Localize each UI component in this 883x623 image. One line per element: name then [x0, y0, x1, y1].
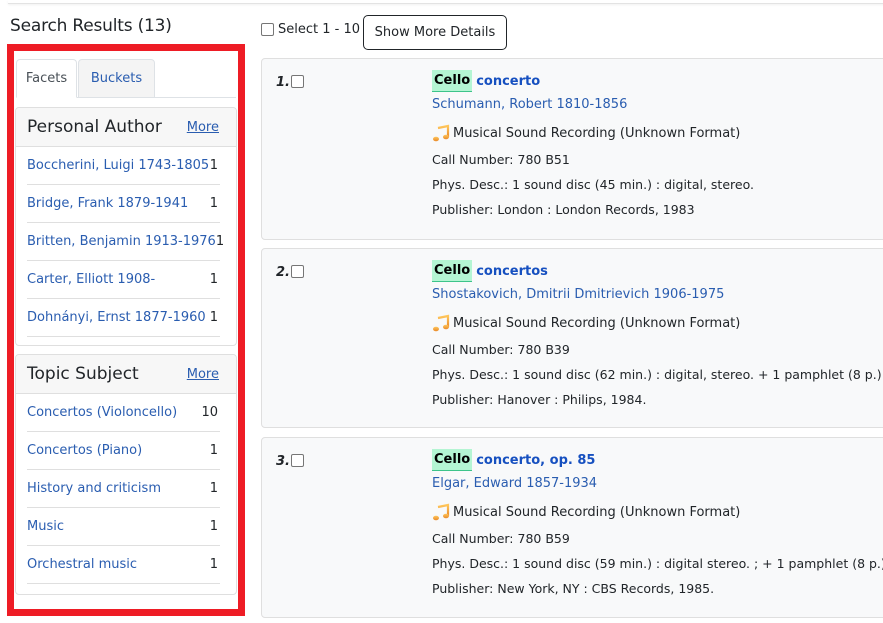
- result-title[interactable]: Cello concertos: [432, 260, 882, 282]
- facet-item[interactable]: History and criticism 1: [27, 470, 220, 508]
- result-card: 3. Cello concerto, op. 85 Elgar, Edward …: [261, 437, 883, 618]
- result-number: 3.: [276, 454, 290, 469]
- search-results-title: Search Results (13): [10, 16, 172, 36]
- facet-item[interactable]: Bridge, Frank 1879-1941 1: [27, 185, 220, 223]
- call-number: Call Number: 780 B59: [432, 531, 570, 546]
- facet-item-count: 1: [209, 481, 218, 496]
- facet-topic-subject: Topic Subject More Concertos (Violoncell…: [15, 354, 237, 595]
- facet-item-label[interactable]: Britten, Benjamin 1913-1976: [27, 234, 216, 249]
- facet-item[interactable]: Boccherini, Luigi 1743-1805 1: [27, 147, 220, 185]
- result-body: Cello concerto Schumann, Robert 1810-185…: [432, 70, 754, 217]
- format-label: Musical Sound Recording (Unknown Format): [453, 504, 741, 520]
- facet-item-label[interactable]: History and criticism: [27, 481, 161, 496]
- facet-title: Personal Author: [27, 117, 162, 137]
- facet-item-count: 1: [209, 158, 218, 173]
- physical-description: Phys. Desc.: 1 sound disc (62 min.) : di…: [432, 367, 882, 382]
- facet-item-count: 1: [209, 196, 218, 211]
- facet-item-label[interactable]: Bridge, Frank 1879-1941: [27, 196, 188, 211]
- result-number: 2.: [276, 265, 290, 280]
- author-link[interactable]: Elgar, Edward 1857-1934: [432, 476, 883, 494]
- facet-header: Topic Subject More: [16, 355, 236, 394]
- author-link[interactable]: Schumann, Robert 1810-1856: [432, 97, 754, 115]
- tab-buckets[interactable]: Buckets: [78, 59, 155, 98]
- facet-item[interactable]: Britten, Benjamin 1913-1976 1: [27, 223, 224, 261]
- result-number: 1.: [276, 75, 290, 90]
- music-note-icon: [433, 314, 450, 332]
- sidebar-tabs: Facets Buckets: [16, 59, 236, 98]
- facet-item-count: 1: [209, 519, 218, 534]
- result-card: 2. Cello concertos Shostakovich, Dmitrii…: [261, 248, 883, 428]
- facet-item[interactable]: Concertos (Violoncello) 10: [27, 394, 220, 432]
- result-title[interactable]: Cello concerto: [432, 70, 754, 92]
- result-body: Cello concerto, op. 85 Elgar, Edward 185…: [432, 449, 883, 596]
- show-more-details-button[interactable]: Show More Details: [363, 15, 507, 50]
- tab-facets[interactable]: Facets: [16, 59, 77, 98]
- title-highlight[interactable]: Cello: [432, 260, 473, 282]
- facet-personal-author: Personal Author More Boccherini, Luigi 1…: [15, 107, 237, 346]
- title-link[interactable]: concerto: [476, 74, 540, 89]
- music-note-icon: [433, 503, 450, 521]
- facet-more-link[interactable]: More: [187, 367, 219, 382]
- title-link[interactable]: concertos: [476, 264, 548, 279]
- author-link[interactable]: Shostakovich, Dmitrii Dmitrievich 1906-1…: [432, 287, 882, 305]
- facet-item-label[interactable]: Carter, Elliott 1908-: [27, 272, 155, 287]
- select-range-label: Select 1 - 10: [278, 22, 361, 37]
- facet-sidebar: Facets Buckets Personal Author More Bocc…: [14, 51, 238, 609]
- call-number: Call Number: 780 B51: [432, 152, 570, 167]
- facet-item-label[interactable]: Concertos (Violoncello): [27, 405, 177, 420]
- facet-item-count: 1: [209, 272, 218, 287]
- format-line: Musical Sound Recording (Unknown Format): [432, 124, 754, 142]
- publisher: Publisher: Hanover : Philips, 1984.: [432, 392, 647, 407]
- facet-more-link[interactable]: More: [187, 120, 219, 135]
- result-card: 1. Cello concerto Schumann, Robert 1810-…: [261, 58, 883, 240]
- facet-header: Personal Author More: [16, 108, 236, 147]
- facet-item-count: 1: [215, 234, 225, 249]
- facet-item[interactable]: Orchestral music 1: [27, 546, 220, 584]
- facet-item-count: 1: [209, 443, 218, 458]
- facet-list: Concertos (Violoncello) 10 Concertos (Pi…: [16, 394, 236, 584]
- select-range-checkbox[interactable]: [261, 23, 274, 36]
- top-navbar-edge: [8, 0, 883, 4]
- result-body: Cello concertos Shostakovich, Dmitrii Dm…: [432, 260, 882, 407]
- facet-list: Boccherini, Luigi 1743-1805 1 Bridge, Fr…: [16, 147, 236, 337]
- format-line: Musical Sound Recording (Unknown Format): [432, 314, 882, 332]
- call-number: Call Number: 780 B39: [432, 342, 570, 357]
- result-select-checkbox[interactable]: [291, 75, 304, 88]
- music-note-icon: [433, 124, 450, 142]
- title-highlight[interactable]: Cello: [432, 70, 473, 92]
- facet-title: Topic Subject: [27, 364, 139, 384]
- publisher: Publisher: New York, NY : CBS Records, 1…: [432, 581, 715, 596]
- facet-item-label[interactable]: Orchestral music: [27, 557, 137, 572]
- title-highlight[interactable]: Cello: [432, 449, 473, 471]
- title-link[interactable]: concerto, op. 85: [476, 453, 595, 468]
- publisher: Publisher: London : London Records, 1983: [432, 202, 695, 217]
- result-select-checkbox[interactable]: [291, 265, 304, 278]
- facet-item-label[interactable]: Dohnányi, Ernst 1877-1960: [27, 310, 206, 325]
- format-line: Musical Sound Recording (Unknown Format): [432, 503, 883, 521]
- facet-item-count: 1: [209, 557, 218, 572]
- facet-item-label[interactable]: Music: [27, 519, 64, 534]
- format-label: Musical Sound Recording (Unknown Format): [453, 315, 741, 331]
- result-select-checkbox[interactable]: [291, 454, 304, 467]
- facet-item[interactable]: Dohnányi, Ernst 1877-1960 1: [27, 299, 220, 337]
- physical-description: Phys. Desc.: 1 sound disc (45 min.) : di…: [432, 177, 754, 192]
- facet-item[interactable]: Concertos (Piano) 1: [27, 432, 220, 470]
- result-title[interactable]: Cello concerto, op. 85: [432, 449, 883, 471]
- facet-item-label[interactable]: Concertos (Piano): [27, 443, 142, 458]
- format-label: Musical Sound Recording (Unknown Format): [453, 125, 741, 141]
- select-range[interactable]: Select 1 - 10: [261, 22, 360, 37]
- facet-item[interactable]: Carter, Elliott 1908- 1: [27, 261, 220, 299]
- facet-item[interactable]: Music 1: [27, 508, 220, 546]
- facet-item-count: 10: [201, 405, 218, 420]
- facet-item-label[interactable]: Boccherini, Luigi 1743-1805: [27, 158, 209, 173]
- physical-description: Phys. Desc.: 1 sound disc (59 min.) : di…: [432, 556, 883, 571]
- facet-item-count: 1: [209, 310, 218, 325]
